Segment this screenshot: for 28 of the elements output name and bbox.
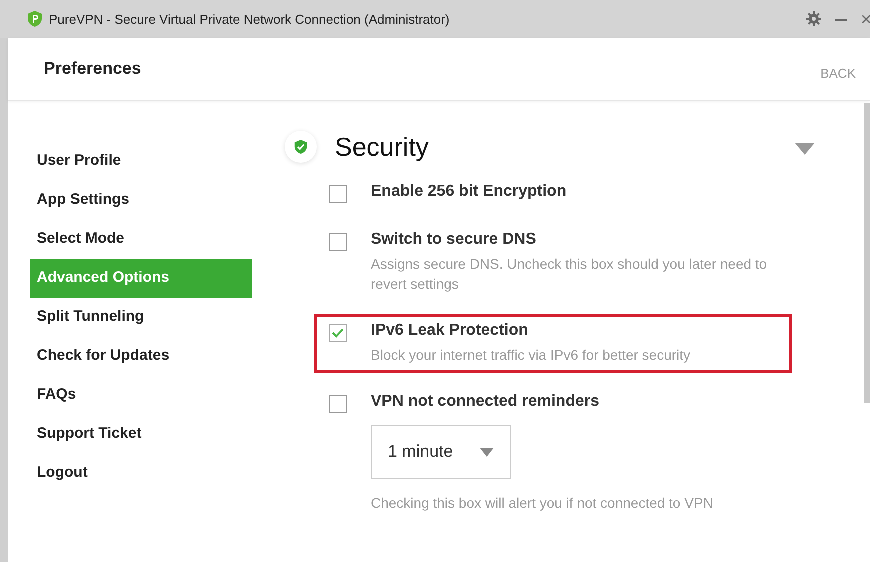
sidebar-item[interactable]: Select Mode xyxy=(30,220,252,259)
caret-icon xyxy=(480,448,494,456)
page-title: Preferences xyxy=(44,59,142,79)
caret-icon[interactable] xyxy=(795,143,815,155)
window-title: PureVPN - Secure Virtual Private Network Connection (Administrator) xyxy=(49,12,451,26)
option-description: Checking this box will alert you if not connected to VPN xyxy=(371,494,714,513)
checkbox[interactable] xyxy=(329,185,347,203)
checkbox[interactable] xyxy=(329,395,347,413)
sidebar-item[interactable]: User Profile xyxy=(30,142,252,181)
checkbox[interactable] xyxy=(329,324,347,342)
option-label: VPN not connected reminders xyxy=(371,393,600,411)
settings-icon[interactable] xyxy=(806,11,822,27)
sidebar-item[interactable]: Split Tunneling xyxy=(30,298,252,337)
option-label: IPv6 Leak Protection xyxy=(371,322,530,340)
checkbox[interactable] xyxy=(329,233,347,251)
option-description: Block your internet traffic via IPv6 for better security xyxy=(371,346,692,365)
sidebar-item[interactable]: FAQs xyxy=(30,376,252,415)
scrollbar[interactable] xyxy=(864,103,870,403)
sidebar-item[interactable]: Check for Updates xyxy=(30,337,252,376)
section-title: Security xyxy=(335,132,430,162)
option-label: Switch to secure DNS xyxy=(371,231,538,249)
sidebar-item[interactable]: Support Ticket xyxy=(30,415,252,454)
sidebar-item[interactable]: App Settings xyxy=(30,181,252,220)
shield-logo-icon xyxy=(27,11,43,27)
option-label: Enable 256 bit Encryption xyxy=(371,183,567,201)
sidebar-item[interactable]: Logout xyxy=(30,454,252,493)
option-description: Assigns secure DNS. Uncheck this box should you later need to revert settings xyxy=(371,255,768,294)
interval-dropdown[interactable]: 1 minute xyxy=(371,425,511,479)
